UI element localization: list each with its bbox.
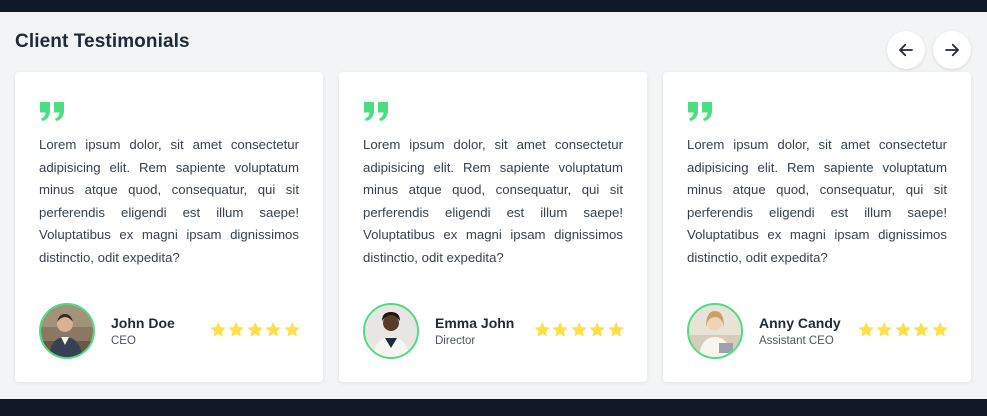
quote-icon [39,100,67,122]
testimonial-card: Lorem ipsum dolor, sit amet consectetur … [339,72,647,382]
star-icon [246,321,264,339]
quote-icon [687,100,715,122]
quote-icon [363,100,391,122]
star-icon [551,321,569,339]
star-rating [209,321,301,339]
star-icon [931,321,949,339]
star-icon [227,321,245,339]
testimonial-card: Lorem ipsum dolor, sit amet consectetur … [663,72,971,382]
testimonial-text: Lorem ipsum dolor, sit amet consectetur … [363,137,623,265]
star-icon [588,321,606,339]
star-rating [533,321,625,339]
testimonial-card: Lorem ipsum dolor, sit amet consectetur … [15,72,323,382]
star-icon [894,321,912,339]
testimonial-carousel: Lorem ipsum dolor, sit amet consectetur … [15,72,972,382]
star-rating [857,321,949,339]
star-icon [533,321,551,339]
star-icon [570,321,588,339]
avatar [687,303,743,359]
testimonial-text: Lorem ipsum dolor, sit amet consectetur … [39,137,299,265]
star-icon [607,321,625,339]
person-role: Assistant CEO [759,335,834,347]
person-name: Emma John [435,315,515,331]
person-name: Anny Candy [759,315,841,331]
arrow-left-icon [897,41,915,59]
avatar [363,303,419,359]
top-bar [0,0,987,12]
person-role: Director [435,335,476,347]
star-icon [857,321,875,339]
person-role: CEO [111,335,136,347]
star-icon [209,321,227,339]
star-icon [264,321,282,339]
arrow-right-icon [943,41,961,59]
avatar [39,303,95,359]
star-icon [283,321,301,339]
star-icon [912,321,930,339]
star-icon [875,321,893,339]
previous-button[interactable] [887,31,925,69]
bottom-bar [0,399,987,416]
person-name: John Doe [111,315,175,331]
section-title: Client Testimonials [15,31,190,52]
testimonial-text: Lorem ipsum dolor, sit amet consectetur … [687,137,947,265]
next-button[interactable] [933,31,971,69]
